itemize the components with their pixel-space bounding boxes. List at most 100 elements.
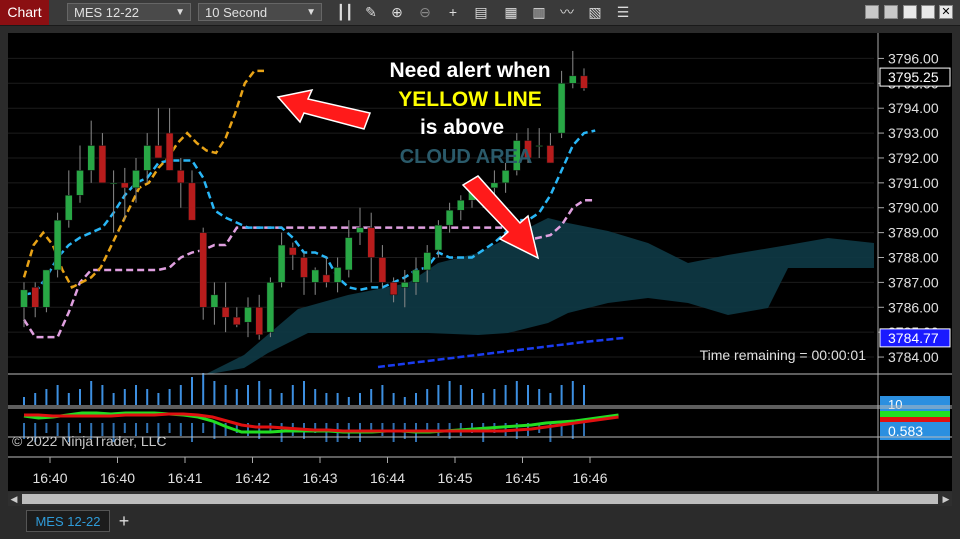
volume-bar — [90, 381, 93, 405]
candle-body — [87, 145, 95, 171]
volume-bar — [527, 385, 529, 405]
minimize-button[interactable] — [903, 5, 917, 19]
volume-bar — [235, 389, 238, 405]
zoom-in-icon[interactable]: ⊕ — [388, 4, 406, 21]
instrument-selector[interactable]: MES 12-22 ▼ — [67, 3, 191, 21]
volume-bar — [112, 393, 115, 405]
pencil-icon[interactable]: ✎ — [362, 4, 380, 21]
window-gray-button-2[interactable] — [884, 5, 898, 19]
candle-body — [311, 269, 319, 283]
volume-bar — [280, 393, 283, 405]
scroll-thumb[interactable] — [22, 494, 938, 504]
close-icon[interactable]: ✕ — [939, 5, 953, 19]
annotation-line2: YELLOW LINE — [398, 88, 542, 111]
volume-bar — [403, 397, 406, 405]
candle-body — [423, 252, 431, 271]
volume-bar — [269, 389, 272, 405]
volume-bar — [538, 389, 541, 405]
instrument-label: MES 12-22 — [74, 5, 140, 20]
volume-bar — [471, 389, 473, 405]
strategies-icon[interactable]: ▥ — [530, 4, 548, 21]
interval-selector[interactable]: 10 Second ▼ — [198, 3, 322, 21]
candle-body — [20, 289, 28, 308]
time-remaining: Time remaining = 00:00:01 — [700, 347, 867, 363]
volume-bar — [515, 381, 518, 405]
candle-body — [143, 145, 151, 171]
candle-body — [535, 145, 543, 147]
arrow-left — [276, 88, 372, 130]
price-tick-label: 3792.00 — [888, 150, 939, 166]
volume-bar — [583, 385, 585, 405]
candle-body — [569, 75, 577, 84]
candle-body — [121, 182, 129, 189]
volume-bar — [179, 385, 182, 405]
volume-bar — [146, 389, 149, 405]
scroll-left-icon[interactable]: ◀ — [8, 492, 20, 506]
candle-body — [277, 244, 286, 283]
volume-bar — [381, 385, 384, 405]
volume-bar — [493, 389, 496, 405]
price-chart[interactable]: 10 0.583 3796.003795.003794.003793.00379… — [8, 33, 952, 491]
bottom-tabbar: MES 12-22 + — [0, 506, 960, 539]
volume-bar — [448, 381, 451, 405]
volume-bar — [258, 381, 261, 405]
osc-bar — [79, 423, 81, 433]
indicators-icon[interactable]: 〰 — [558, 4, 576, 21]
candle-body — [188, 182, 196, 221]
horizontal-scrollbar[interactable]: ◀ ▶ — [8, 492, 952, 506]
vol-badge: 10 — [888, 397, 902, 412]
volume-bar — [224, 385, 227, 405]
candle-body — [434, 224, 443, 251]
price-tick-label: 3784.00 — [888, 349, 939, 365]
candle-body — [289, 247, 297, 256]
candle-body — [490, 182, 499, 189]
candle-body — [378, 257, 387, 283]
price-tick-label: 3786.00 — [888, 299, 939, 315]
data-box-icon[interactable]: ▦ — [502, 4, 520, 21]
candle-body — [177, 170, 185, 184]
volume-bar — [482, 393, 485, 405]
price-tick-label: 3788.00 — [888, 250, 939, 266]
instrument-tab[interactable]: MES 12-22 — [26, 510, 110, 532]
templates-icon[interactable]: ▧ — [586, 4, 604, 21]
volume-bar — [135, 385, 137, 405]
candle-body — [65, 195, 73, 221]
candle-body — [389, 282, 398, 296]
time-tick-label: 16:42 — [235, 470, 270, 486]
time-tick-label: 16:45 — [505, 470, 540, 486]
candle-body — [42, 269, 51, 308]
candle-body — [266, 282, 275, 333]
volume-bar — [23, 397, 25, 405]
scroll-right-icon[interactable]: ▶ — [940, 492, 952, 506]
volume-bar — [291, 385, 294, 405]
volume-bar — [247, 385, 249, 405]
candle-body — [501, 170, 510, 184]
volume-bar — [202, 373, 205, 405]
time-axis: 16:40 16:40 16:41 16:42 16:43 16:44 16:45 16:45… — [32, 457, 608, 486]
properties-icon[interactable]: ▤ — [472, 4, 490, 21]
window-gray-button[interactable] — [865, 5, 879, 19]
chart-panel[interactable]: 10 0.583 3796.003795.003794.003793.00379… — [8, 33, 952, 491]
candle-body — [199, 232, 207, 308]
volume-bar — [415, 393, 417, 405]
bars-icon[interactable]: ┃┃ — [336, 4, 354, 21]
price-tick-label: 3789.00 — [888, 225, 939, 241]
zoom-out-icon[interactable]: ⊖ — [416, 4, 434, 21]
osc-bar — [146, 423, 149, 433]
candle-body — [322, 274, 331, 283]
interval-label: 10 Second — [205, 5, 268, 20]
add-tab-button[interactable]: + — [113, 510, 135, 532]
volume-bar — [370, 389, 373, 405]
volume-bar — [392, 393, 395, 405]
volume-bar — [157, 393, 160, 405]
annotation-line1: Need alert when — [389, 59, 550, 82]
candle-body — [244, 307, 252, 323]
time-tick-label: 16:46 — [572, 470, 607, 486]
chart-tab[interactable]: Chart — [0, 0, 49, 25]
volume-bar — [571, 381, 574, 405]
more-icon[interactable]: ☰ — [614, 4, 632, 21]
crosshair-icon[interactable]: + — [444, 4, 462, 21]
osc-bar — [191, 423, 193, 442]
candle-body — [255, 307, 263, 335]
maximize-button[interactable] — [921, 5, 935, 19]
